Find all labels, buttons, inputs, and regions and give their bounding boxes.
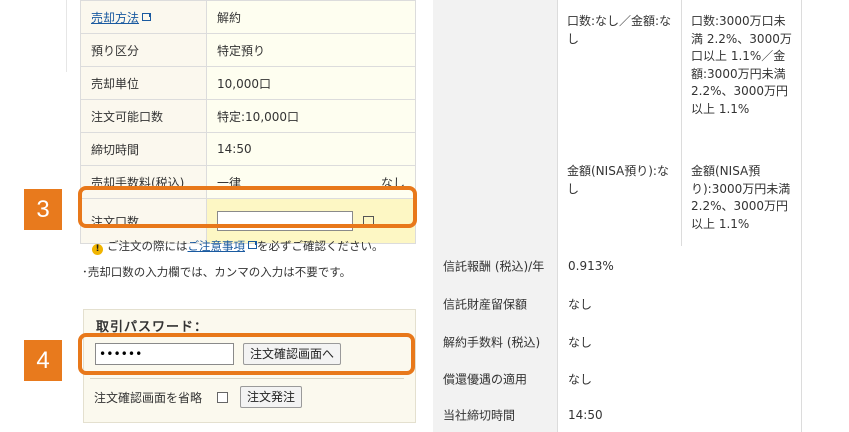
external-link-icon — [142, 12, 152, 21]
fee-col-2: 口数:3000万口未満 2.2%、3000万口以上 1.1%／金額:3000万円… — [681, 0, 802, 246]
sell-method-link[interactable]: 売却方法 — [91, 11, 139, 25]
caution-link[interactable]: ご注意事項 — [188, 239, 246, 253]
fund-info-table: 口数:なし／金額:なし 金額(NISA預り):なし 口数:3000万口未満 2.… — [433, 0, 802, 432]
info-value-cell: 0.913% — [557, 246, 802, 285]
skip-confirm-label: 注文確認画面を省略 — [94, 391, 203, 405]
step-4-highlight-frame — [78, 333, 415, 375]
info-row-redemption-fee: 解約手数料 (税込) なし — [433, 323, 802, 362]
sell-unit-value: 10,000口 — [206, 66, 416, 100]
sell-method-label-cell: 売却方法 — [80, 0, 207, 34]
reserve-label: 信託財産留保額 — [443, 297, 528, 312]
orderable-qty-label: 注文可能口数 — [80, 99, 207, 133]
info-value-cell: 14:50 — [557, 397, 802, 432]
fee-col1-top: 口数:なし／金額:なし — [567, 14, 672, 46]
sell-method-value: 解約 — [206, 0, 416, 34]
notice-prefix: ご注文の際には — [107, 239, 188, 253]
info-value-cell: なし — [557, 323, 802, 361]
comma-note: ･売却口数の入力欄では、カンマの入力は不要です。 — [82, 265, 352, 279]
external-link-icon — [248, 241, 257, 249]
fee-col1-bottom: 金額(NISA預り):なし — [567, 164, 669, 196]
panel-divider — [90, 378, 404, 379]
warning-icon: ! — [92, 244, 103, 255]
info-row-deadline: 当社締切時間 14:50 — [433, 397, 802, 432]
redemption-fee-label: 解約手数料 (税込) — [443, 335, 541, 350]
left-edge-line — [66, 0, 67, 72]
redemption-fee-value: なし — [568, 335, 593, 350]
trust-fee-value: 0.913% — [568, 258, 614, 273]
fee-label-cell — [433, 0, 557, 246]
table-row: 締切時間 14:50 — [80, 132, 416, 166]
fee-col2-bottom: 金額(NISA預り):3000万円未満 2.2%、3000万円以上 1.1% — [691, 164, 791, 231]
info-label-cell: 償還優遇の適用 — [433, 361, 557, 397]
sell-unit-label: 売却単位 — [80, 66, 207, 100]
info-label-cell: 当社締切時間 — [433, 397, 557, 432]
reserve-value: なし — [568, 297, 593, 312]
info-label-cell: 信託財産留保額 — [433, 285, 557, 323]
info-row-reserve: 信託財産留保額 なし — [433, 285, 802, 324]
trust-fee-label: 信託報酬 (税込)/年 — [443, 259, 545, 273]
info-row-trust-fee: 信託報酬 (税込)/年 0.913% — [433, 246, 802, 286]
deadline-value: 14:50 — [206, 132, 416, 166]
deadline-label: 締切時間 — [80, 132, 207, 166]
skip-confirm-checkbox[interactable] — [217, 392, 228, 403]
info-label-cell: 解約手数料 (税込) — [433, 323, 557, 361]
preferential-label: 償還優遇の適用 — [443, 372, 528, 387]
deposit-type-value: 特定預り — [206, 33, 416, 67]
caution-notice: ! ご注文の際にはご注意事項 を必ずご確認ください。 — [92, 238, 384, 255]
deposit-type-label: 預り区分 — [80, 33, 207, 67]
fee-col2-top: 口数:3000万口未満 2.2%、3000万口以上 1.1%／金額:3000万円… — [691, 14, 792, 116]
preferential-value: なし — [568, 372, 593, 387]
table-row: 預り区分 特定預り — [80, 33, 416, 67]
table-row: 注文可能口数 特定:10,000口 — [80, 99, 416, 133]
table-row: 売却方法 解約 — [80, 0, 416, 34]
info-value-cell: なし — [557, 361, 802, 397]
table-row: 売却単位 10,000口 — [80, 66, 416, 100]
fee-col-1: 口数:なし／金額:なし 金額(NISA預り):なし — [557, 0, 681, 246]
step-3-highlight-frame — [78, 186, 417, 228]
submit-order-button[interactable]: 注文発注 — [240, 386, 303, 408]
info-row-preferential: 償還優遇の適用 なし — [433, 361, 802, 398]
notice-suffix: を必ずご確認ください。 — [257, 239, 384, 253]
fee-info-block: 口数:なし／金額:なし 金額(NISA預り):なし 口数:3000万口未満 2.… — [433, 0, 802, 247]
step-4-badge: 4 — [24, 340, 62, 381]
info-value-cell: なし — [557, 285, 802, 323]
info-label-cell: 信託報酬 (税込)/年 — [433, 246, 557, 285]
company-deadline-value: 14:50 — [568, 407, 603, 422]
company-deadline-label: 当社締切時間 — [443, 408, 516, 422]
orderable-qty-value: 特定:10,000口 — [206, 99, 416, 133]
step-3-badge: 3 — [24, 189, 62, 230]
